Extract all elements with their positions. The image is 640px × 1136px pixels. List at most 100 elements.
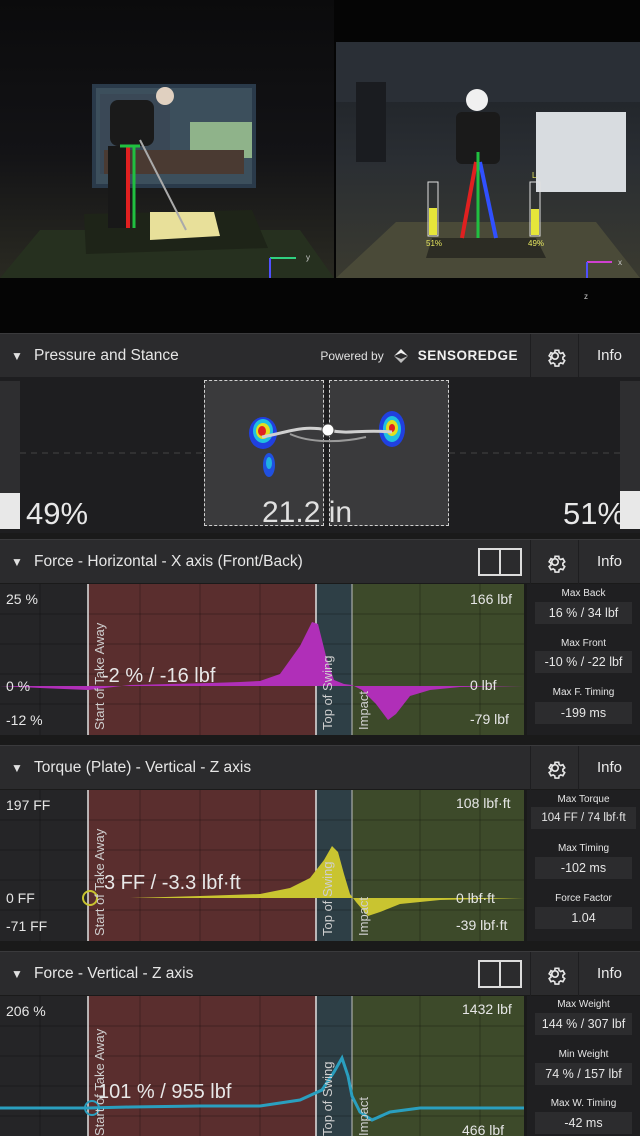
force-x-zero-left: 0 % [6,678,31,694]
torque-bottom-right: -39 lbf·ft [456,917,508,933]
left-pressure-bar [0,493,20,529]
stat-label: Max W. Timing [550,1098,617,1109]
stat-label: Max Torque [557,794,610,805]
powered-by-label: Powered by [320,348,384,363]
right-axis-z-label: z [584,292,588,301]
top-of-swing-label: Top of Swing [320,655,335,730]
gear-icon [547,966,566,985]
force-z-stats: Max Weight 144 % / 307 lbf Min Weight 74… [527,996,640,1136]
impact-label: Impact [356,896,371,936]
caret-down-icon[interactable]: ▼ [0,349,34,363]
caret-down-icon[interactable]: ▼ [0,555,34,569]
stat-value: 1.04 [535,907,632,929]
force-z-top-left: 206 % [6,1003,46,1019]
torque-info-button[interactable]: Info [578,745,640,790]
force-x-top-left: 25 % [6,591,38,607]
video-area: y z 51% 49% L x [0,0,640,333]
top-of-swing-label: Top of Swing [320,861,335,936]
stat-value: -42 ms [535,1112,632,1134]
left-pressure-percent: 49% [26,496,89,531]
gear-icon [547,760,566,779]
torque-top-left: 197 FF [6,797,51,813]
stat-label: Max Weight [557,999,610,1010]
stat-label: Max F. Timing [552,687,615,698]
force-x-settings-button[interactable] [530,539,578,584]
stat-value: 74 % / 157 lbf [535,1063,632,1085]
backswing-zone [88,996,316,1136]
left-axis-y-label: y [306,253,310,262]
torque-z-graph[interactable]: 197 FF 0 FF -71 FF 108 lbf·ft 0 lbf·ft -… [0,790,524,941]
force-z-graph[interactable]: 206 % 1432 lbf 466 lbf 101 % / 955 lbf S… [0,996,524,1136]
stance-width: 21.2 in [262,496,353,529]
pressure-stance-header: ▼ Pressure and Stance Powered by SENSORE… [0,333,640,378]
torque-z-title: Torque (Plate) - Vertical - Z axis [34,758,252,776]
stat-label: Max Timing [557,843,610,854]
top-of-swing-label: Top of Swing [320,1061,335,1136]
torque-zero-right: 0 lbf·ft [456,890,495,906]
force-z-plot [0,996,524,1136]
brand-name: SENSOREDGE [417,348,518,363]
torque-stats: Max Torque 104 FF / 74 lbf·ft Max Timing… [527,790,640,941]
force-x-plot [0,584,524,735]
take-away-label: Start of Take Away [92,1028,107,1136]
impact-label: Impact [356,690,371,730]
split-view-icon [478,547,522,576]
force-x-info-button[interactable]: Info [578,539,640,584]
backswing-zone [88,584,316,735]
force-x-top-right: 166 lbf [470,591,513,607]
face-on-camera-view[interactable]: y z [0,0,334,278]
force-x-bottom-left: -12 % [6,712,43,728]
follow-through-zone [352,996,524,1136]
stat-label: Max Back [561,588,606,599]
force-x-cursor-value: -2 % / -16 lbf [102,665,216,687]
force-z-settings-button[interactable] [530,951,578,996]
caret-down-icon[interactable]: ▼ [0,761,34,775]
force-x-bottom-right: -79 lbf [470,711,509,727]
stat-label: Max Front [560,638,606,649]
impact-label: Impact [356,1096,371,1136]
split-view-button[interactable] [470,952,530,996]
take-away-label: Start of Take Away [92,828,107,936]
pressure-info-button[interactable]: Info [578,333,640,378]
torque-z-header: ▼ Torque (Plate) - Vertical - Z axis Inf… [0,745,640,790]
right-foot-percent: 49% [528,239,544,248]
stat-value: 104 FF / 74 lbf·ft [531,807,636,829]
force-z-header: ▼ Force - Vertical - Z axis Info [0,951,640,996]
stat-label: Force Factor [555,893,612,904]
gear-icon [547,554,566,573]
backswing-zone [88,790,316,941]
stat-value: 16 % / 34 lbf [535,602,632,624]
right-bar-letter: L [532,171,537,180]
force-x-graph[interactable]: 25 % 0 % -12 % 166 lbf 0 lbf -79 lbf -2 … [0,584,524,735]
torque-cursor-value: 3 FF / -3.3 lbf·ft [104,872,241,894]
right-pressure-percent: 51% [563,496,626,531]
force-x-header: ▼ Force - Horizontal - X axis (Front/Bac… [0,539,640,584]
torque-settings-button[interactable] [530,745,578,790]
stat-value: 144 % / 307 lbf [535,1013,632,1035]
force-z-top-right: 1432 lbf [462,1001,512,1017]
stat-value: -199 ms [535,702,632,724]
split-view-icon [478,959,522,988]
split-view-button[interactable] [470,540,530,584]
torque-bottom-left: -71 FF [6,918,48,934]
force-x-zero-right: 0 lbf [470,677,497,693]
caret-down-icon[interactable]: ▼ [0,967,34,981]
stat-value: -102 ms [535,857,632,879]
stat-label: Min Weight [558,1049,609,1060]
down-the-line-camera-illustration: 51% 49% L x [336,42,640,278]
torque-zero-left: 0 FF [6,890,35,906]
right-axis-x-label: x [618,258,622,267]
stat-value: -10 % / -22 lbf [535,651,632,673]
gear-icon [547,348,566,367]
force-z-info-button[interactable]: Info [578,951,640,996]
torque-z-plot [0,790,524,941]
take-away-label: Start of Take Away [92,622,107,730]
pressure-stance-title: Pressure and Stance [34,346,179,364]
down-the-line-camera-view[interactable]: 51% 49% L x [336,42,640,278]
torque-top-right: 108 lbf·ft [456,795,511,811]
face-on-camera-illustration: y z [0,84,334,278]
force-z-bottom-right: 466 lbf [462,1122,505,1136]
pressure-settings-button[interactable] [530,333,578,378]
left-foot-percent: 51% [426,239,442,248]
force-z-cursor-value: 101 % / 955 lbf [98,1081,232,1103]
